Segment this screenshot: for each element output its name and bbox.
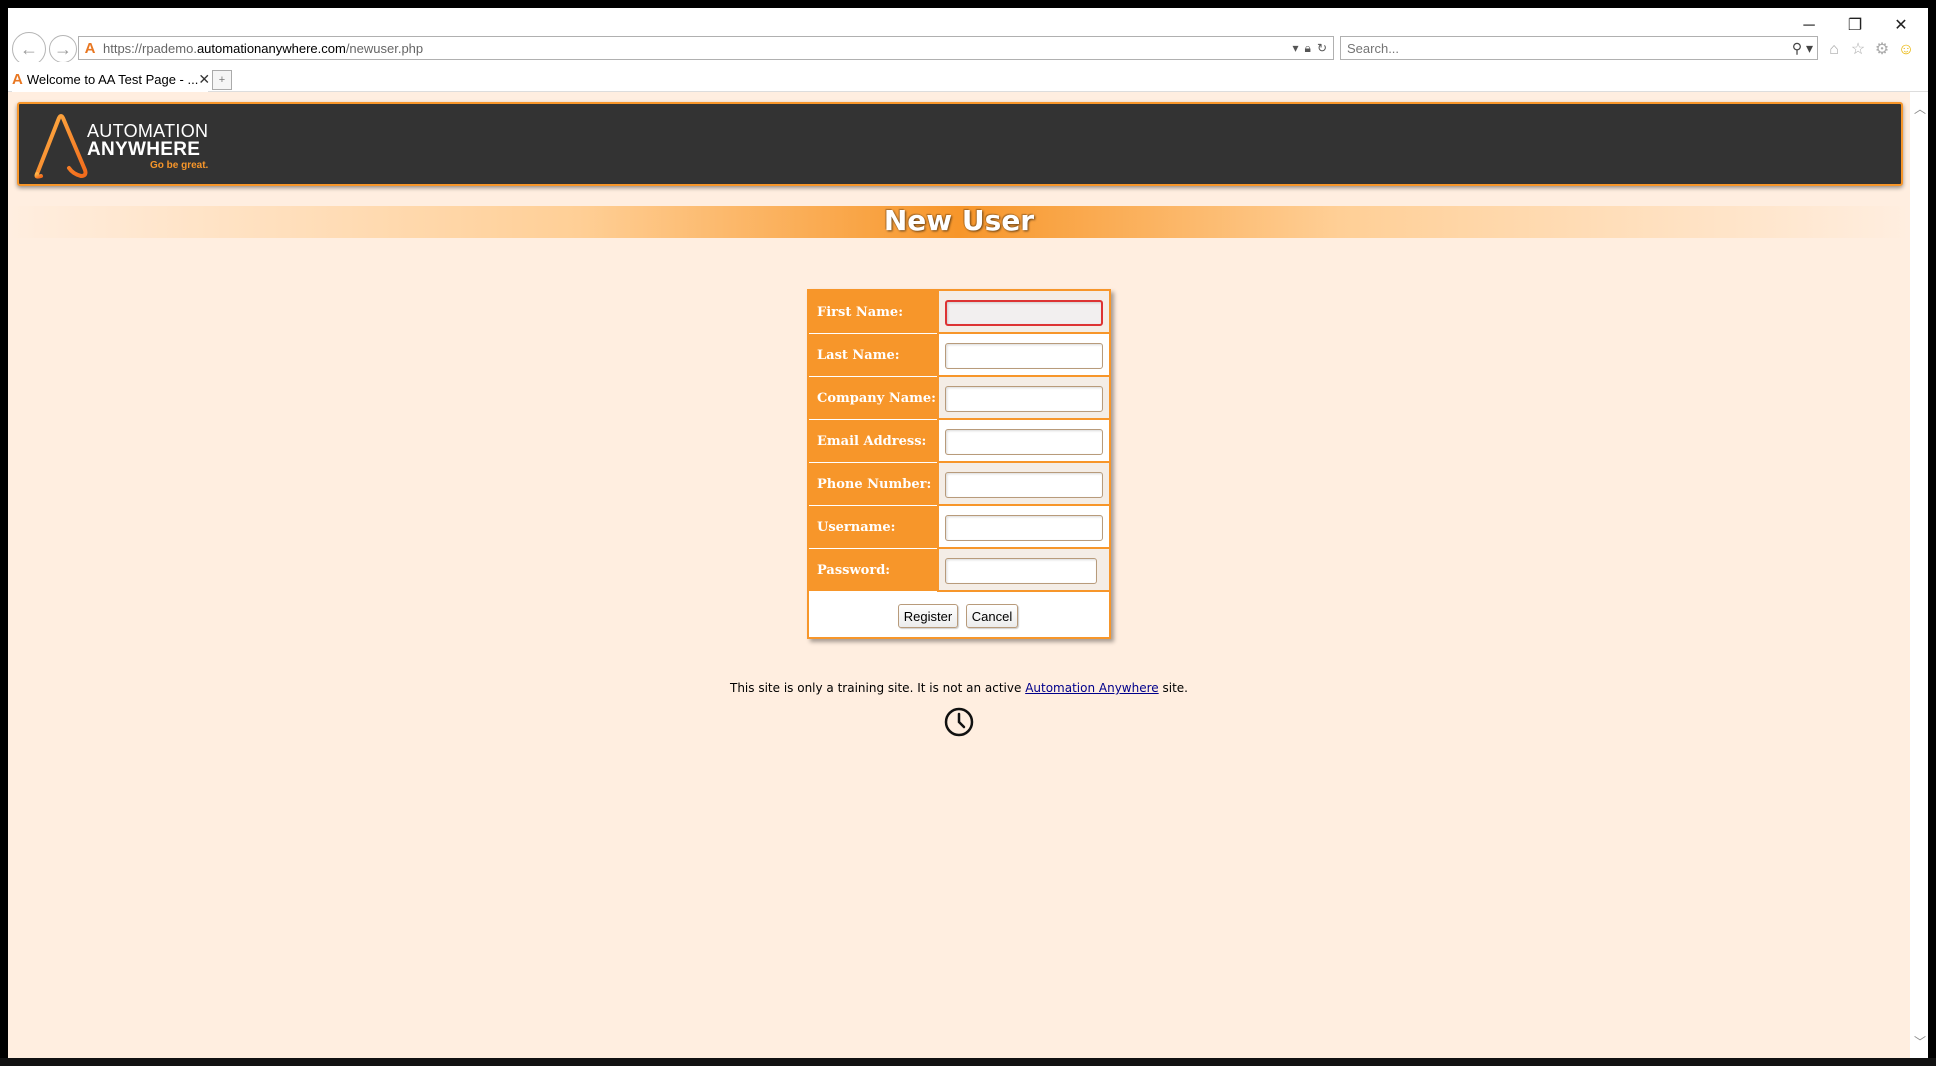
email-address-input[interactable] [945,429,1103,455]
tab-title: Welcome to AA Test Page - ... [26,71,199,87]
scroll-up-icon[interactable]: ︿ [1914,100,1926,117]
username-row: Username: [809,506,1109,549]
email-address-row: Email Address: [809,420,1109,463]
browser-window: ─ ❐ ✕ ← → A https://rpademo.automationan… [8,8,1928,1058]
last-name-label: Last Name: [809,334,937,377]
phone-number-label: Phone Number: [809,463,937,506]
first-name-label: First Name: [809,291,937,334]
home-icon[interactable]: ⌂ [1824,40,1844,60]
site-favicon-icon: A [84,39,96,57]
username-label: Username: [809,506,937,549]
last-name-input[interactable] [945,343,1103,369]
close-window-button[interactable]: ✕ [1886,14,1916,38]
notice-text-after: site. [1158,681,1188,695]
arrow-right-icon: → [54,38,72,59]
browser-tab[interactable]: A Welcome to AA Test Page - ... ✕ [12,66,210,92]
new-tab-button[interactable]: + [212,70,232,90]
minimize-button[interactable]: ─ [1794,14,1824,38]
company-name-label: Company Name: [809,377,937,420]
company-name-row: Company Name: [809,377,1109,420]
notice-text-before: This site is only a training site. It is… [730,681,1026,695]
favorites-star-icon[interactable]: ☆ [1848,40,1868,60]
password-input[interactable] [945,558,1097,584]
phone-number-row: Phone Number: [809,463,1109,506]
register-button[interactable]: Register [898,604,958,628]
forward-button[interactable]: → [49,35,77,63]
dropdown-icon[interactable]: ▾ [1293,41,1299,55]
clock-icon [944,707,974,737]
scroll-down-icon[interactable]: ﹀ [1914,1033,1926,1050]
username-input[interactable] [945,515,1103,541]
tab-favicon-icon: A [12,70,23,88]
form-button-row: Register Cancel [809,595,1109,637]
taskbar [0,1058,1936,1066]
password-label: Password: [809,549,937,592]
phone-number-input[interactable] [945,472,1103,498]
search-box[interactable]: ⚲ ▾ [1340,36,1818,60]
back-button[interactable]: ← [12,32,46,66]
first-name-row: First Name: [809,291,1109,334]
company-name-input[interactable] [945,386,1103,412]
address-url[interactable]: https://rpademo.automationanywhere.com/n… [101,41,423,56]
lock-icon[interactable]: 🔒︎ [1305,41,1311,56]
automation-anywhere-link[interactable]: Automation Anywhere [1025,681,1158,695]
new-tab-icon: + [218,74,226,86]
restore-button[interactable]: ❐ [1840,14,1870,38]
first-name-input[interactable] [945,300,1103,326]
smiley-feedback-icon[interactable]: ☺ [1896,40,1916,60]
vertical-scrollbar[interactable]: ︿ ﹀ [1910,92,1928,1058]
search-input[interactable] [1347,40,1792,56]
page-title: New User [883,204,1035,237]
refresh-icon[interactable]: ↻ [1317,41,1327,55]
arrow-left-icon: ← [20,38,38,59]
logo-mark-icon [34,114,88,179]
logo-tagline: Go be great. [149,159,209,171]
page-content: AUTOMATION ANYWHERE Go be great. New Use… [8,92,1910,1058]
last-name-row: Last Name: [809,334,1109,377]
email-address-label: Email Address: [809,420,937,463]
gear-icon[interactable]: ⚙ [1872,40,1892,60]
training-site-notice: This site is only a training site. It is… [8,681,1910,695]
search-icon[interactable]: ⚲ ▾ [1792,40,1817,57]
address-bar[interactable]: A https://rpademo.automationanywhere.com… [78,36,1334,60]
automation-anywhere-logo: AUTOMATION ANYWHERE Go be great. [29,112,208,180]
browser-toolbar: ─ ❐ ✕ ← → A https://rpademo.automationan… [8,8,1928,66]
logo-text-line1: AUTOMATION [87,120,209,141]
cancel-button[interactable]: Cancel [966,604,1018,628]
site-header: AUTOMATION ANYWHERE Go be great. [17,102,1903,186]
new-user-form: First Name: Last Name: Company Name: Ema… [807,289,1111,639]
password-row: Password: [809,549,1109,592]
tab-strip: A Welcome to AA Test Page - ... ✕ + [8,62,1928,92]
logo-text-line2: ANYWHERE [87,138,201,160]
